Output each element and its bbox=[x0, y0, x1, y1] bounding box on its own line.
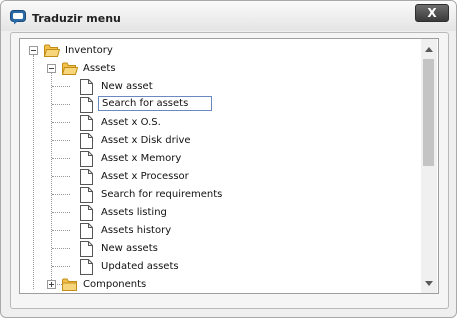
document-icon bbox=[80, 151, 93, 167]
tree-node-updated-assets[interactable]: Updated assets bbox=[101, 260, 179, 274]
tree-line bbox=[52, 86, 70, 87]
tree-line bbox=[52, 266, 70, 267]
tree-line bbox=[33, 55, 34, 289]
node-rename-input[interactable] bbox=[98, 96, 212, 111]
tree-line bbox=[52, 230, 70, 231]
document-icon bbox=[80, 205, 93, 221]
document-icon bbox=[80, 259, 93, 275]
document-icon bbox=[80, 79, 93, 95]
tree-node-inventory[interactable]: Inventory bbox=[65, 44, 113, 58]
tree-node-components[interactable]: Components bbox=[83, 278, 146, 292]
tree-line bbox=[52, 104, 70, 105]
tree-node-asset-disk-drive[interactable]: Asset x Disk drive bbox=[101, 134, 191, 148]
tree-line bbox=[52, 194, 70, 195]
tree-node-assets-history[interactable]: Assets history bbox=[101, 224, 171, 238]
tree-line bbox=[52, 140, 70, 141]
title-bar[interactable]: Traduzir menu X bbox=[1, 1, 456, 31]
vertical-scrollbar[interactable] bbox=[421, 39, 437, 293]
tree-node-new-assets[interactable]: New assets bbox=[101, 242, 158, 256]
tree-node-new-asset[interactable]: New asset bbox=[101, 80, 153, 94]
tree-line bbox=[52, 176, 70, 177]
document-icon bbox=[80, 97, 93, 113]
folder-icon bbox=[62, 278, 77, 291]
collapse-inventory-toggle[interactable] bbox=[29, 46, 38, 55]
document-icon bbox=[80, 115, 93, 131]
tree-line bbox=[52, 122, 70, 123]
menu-tree: Inventory Assets New asset Asset x O.S. … bbox=[19, 38, 439, 294]
tree-line bbox=[52, 248, 70, 249]
tree-node-assets-listing[interactable]: Assets listing bbox=[101, 206, 167, 220]
scroll-down-arrow-icon[interactable] bbox=[425, 281, 433, 286]
tree-node-asset-processor[interactable]: Asset x Processor bbox=[101, 170, 189, 184]
open-folder-icon bbox=[44, 44, 60, 57]
tree-node-asset-os[interactable]: Asset x O.S. bbox=[101, 116, 161, 130]
dialog-title: Traduzir menu bbox=[32, 12, 121, 25]
document-icon bbox=[80, 169, 93, 185]
tree-node-asset-memory[interactable]: Asset x Memory bbox=[101, 152, 181, 166]
scroll-thumb[interactable] bbox=[423, 59, 434, 166]
document-icon bbox=[80, 133, 93, 149]
document-icon bbox=[80, 187, 93, 203]
close-button[interactable]: X bbox=[415, 4, 449, 22]
tree-node-search-requirements[interactable]: Search for requirements bbox=[101, 188, 222, 202]
document-icon bbox=[80, 223, 93, 239]
tree-line bbox=[52, 158, 70, 159]
scroll-up-arrow-icon[interactable] bbox=[425, 47, 433, 52]
tree-line bbox=[52, 212, 70, 213]
app-icon bbox=[10, 10, 26, 25]
translate-menu-dialog: Traduzir menu X Inventory Assets New ass… bbox=[0, 0, 457, 318]
expand-components-toggle[interactable] bbox=[47, 280, 56, 289]
collapse-assets-toggle[interactable] bbox=[47, 64, 56, 73]
document-icon bbox=[80, 241, 93, 257]
open-folder-icon bbox=[62, 62, 78, 75]
tree-node-assets[interactable]: Assets bbox=[83, 62, 116, 76]
